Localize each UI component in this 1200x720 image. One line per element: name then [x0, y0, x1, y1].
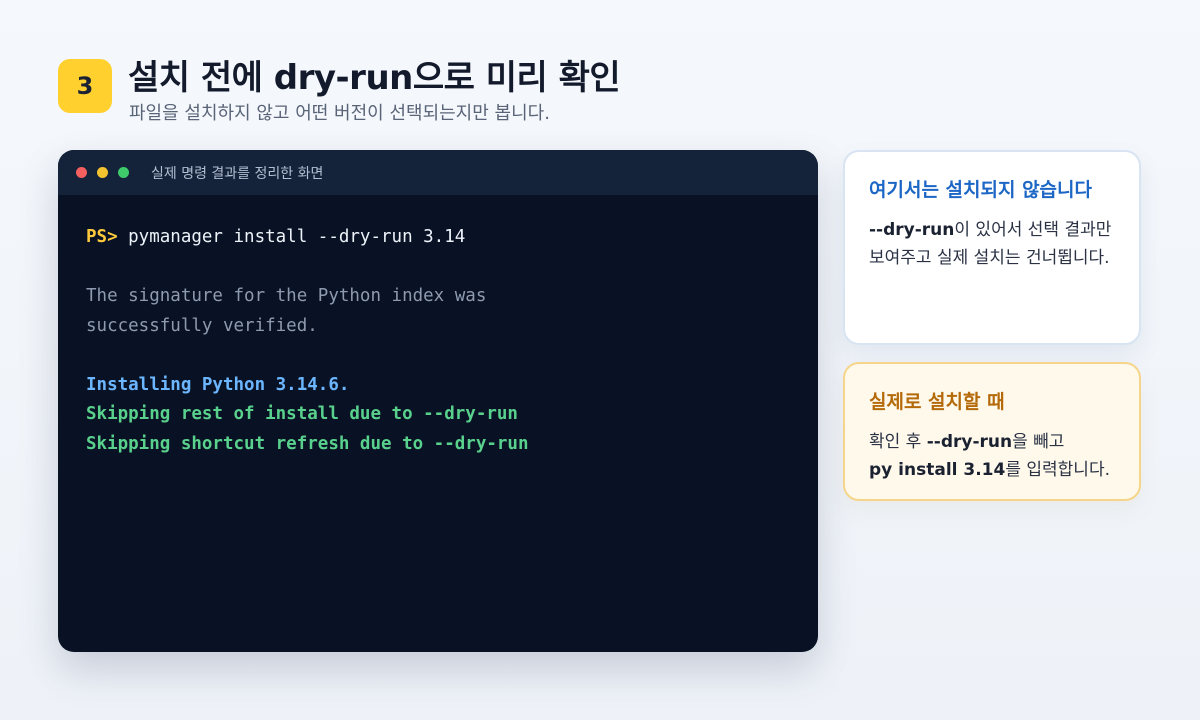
- real-install-prefix: 확인 후: [869, 432, 927, 452]
- output-line-muted: successfully verified.: [86, 315, 318, 336]
- dry-run-flag: --dry-run: [926, 432, 1013, 452]
- minimize-dot-icon: [97, 167, 108, 178]
- terminal-titlebar: 실제 명령 결과를 정리한 화면: [58, 150, 818, 195]
- note-card-heading: 여기서는 설치되지 않습니다: [869, 179, 1092, 201]
- output-line-info: Installing Python 3.14.6.: [86, 374, 350, 395]
- install-command: py install 3.14: [869, 460, 1006, 480]
- terminal-title: 실제 명령 결과를 정리한 화면: [151, 165, 324, 182]
- command-line: PS> pymanager install --dry-run 3.14: [86, 223, 790, 253]
- terminal-window: 실제 명령 결과를 정리한 화면 PS> pymanager install -…: [58, 150, 818, 652]
- real-install-card: 실제로 설치할 때 확인 후 --dry-run을 빼고 py install 3…: [843, 362, 1141, 501]
- step-badge: 3: [58, 59, 112, 113]
- page-subtitle: 파일을 설치하지 않고 어떤 버전이 선택되는지만 봅니다.: [129, 103, 550, 124]
- terminal-output: PS> pymanager install --dry-run 3.14 The…: [58, 195, 818, 487]
- real-install-text: 확인 후 --dry-run을 빼고 py install 3.14를 입력합니다…: [869, 428, 1115, 484]
- output-line-ok: Skipping shortcut refresh due to --dry-r…: [86, 433, 529, 454]
- note-card: 여기서는 설치되지 않습니다 --dry-run이 있어서 선택 결과만 보여주…: [843, 150, 1141, 345]
- command-text: pymanager install --dry-run 3.14: [117, 227, 466, 247]
- slide: 3 설치 전에 dry-run으로 미리 확인 파일을 설치하지 않고 어떤 버…: [0, 0, 1200, 720]
- output-line-ok: Skipping rest of install due to --dry-ru…: [86, 404, 518, 424]
- page-title: 설치 전에 dry-run으로 미리 확인: [128, 58, 621, 98]
- maximize-dot-icon: [118, 167, 129, 178]
- output-line-muted: The signature for the Python index was: [86, 286, 487, 306]
- real-install-heading: 실제로 설치할 때: [869, 391, 1005, 413]
- real-install-mid: 을 빼고: [1012, 432, 1065, 452]
- prompt-text: PS>: [86, 227, 118, 247]
- close-dot-icon: [76, 167, 87, 178]
- note-card-text: --dry-run이 있어서 선택 결과만 보여주고 실제 설치는 건너뜁니다.: [869, 216, 1115, 272]
- dry-run-flag: --dry-run: [869, 220, 955, 240]
- real-install-suffix: 를 입력합니다.: [1005, 460, 1110, 480]
